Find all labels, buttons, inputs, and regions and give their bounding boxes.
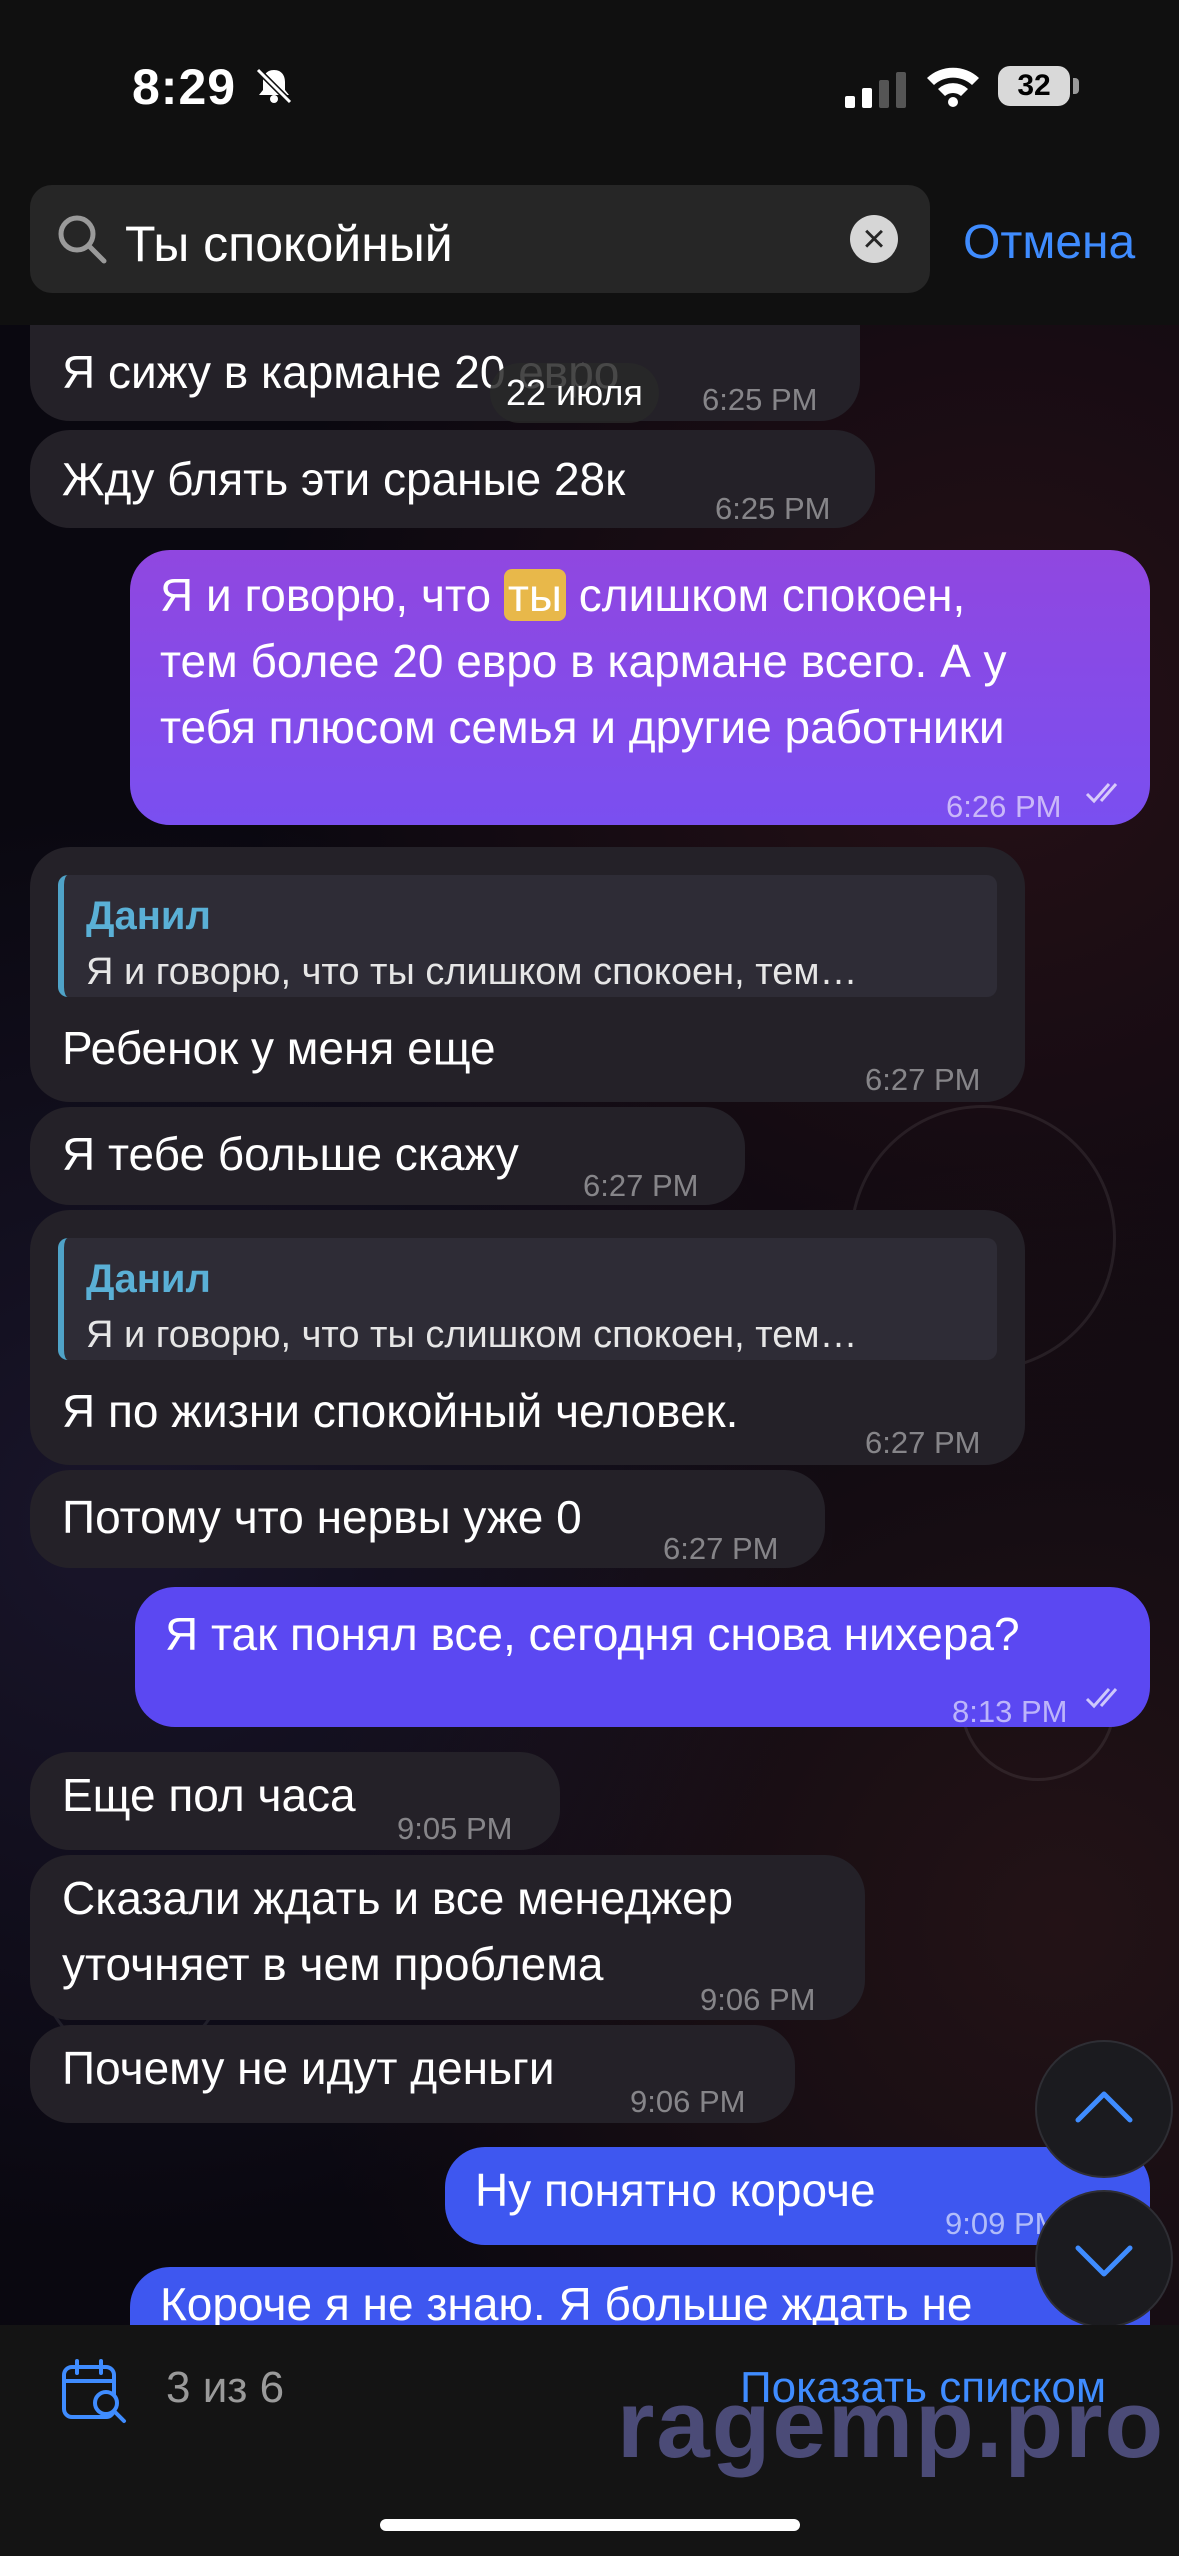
search-bar: Ты спокойный × Отмена — [0, 175, 1179, 325]
search-icon — [58, 215, 107, 264]
search-field[interactable]: Ты спокойный × — [30, 185, 930, 293]
home-indicator[interactable] — [380, 2519, 800, 2531]
message-incoming[interactable]: Данил Я и говорю, что ты слишком спокоен… — [30, 847, 1025, 1102]
message-text: Ребенок у меня еще — [62, 1022, 496, 1074]
message-time: 6:26 PM — [946, 789, 1062, 824]
message-time: 6:25 PM — [715, 491, 831, 526]
chevron-up-icon — [1075, 2091, 1133, 2123]
cancel-button[interactable]: Отмена — [963, 215, 1135, 270]
message-outgoing[interactable]: Короче я не знаю. Я больше ждать не — [130, 2267, 1150, 2325]
message-text-part: слишком спокоен, — [566, 569, 966, 621]
search-highlight: ты — [503, 569, 566, 621]
message-time: 6:27 PM — [865, 1062, 981, 1097]
reply-quote[interactable]: Данил Я и говорю, что ты слишком спокоен… — [58, 875, 997, 997]
battery-indicator: 32 — [998, 66, 1070, 106]
battery-tip — [1073, 78, 1079, 94]
watermark: ragemp.pro — [617, 2371, 1166, 2478]
bottom-bar: 3 из 6 Показать списком ragemp.pro — [0, 2325, 1179, 2556]
message-incoming[interactable]: Я сижу в кармане 20 евро 6:25 PM — [30, 325, 860, 421]
message-time: 9:05 PM — [397, 1811, 513, 1846]
chevron-down-icon — [1075, 2245, 1133, 2277]
message-text: Короче я не знаю. Я больше ждать не — [160, 2278, 973, 2325]
read-receipt-icon — [1085, 1688, 1118, 1709]
message-text-line: тем более 20 евро в кармане всего. А у — [160, 635, 1007, 687]
message-incoming[interactable]: Жду блять эти сраные 28к 6:25 PM — [30, 430, 875, 528]
message-time: 8:13 PM — [952, 1694, 1068, 1729]
result-counter: 3 из 6 — [166, 2363, 285, 2412]
message-text: Я тебе больше скажу — [62, 1128, 519, 1180]
message-time: 9:06 PM — [630, 2084, 746, 2119]
message-text-line: Я и говорю, что ты слишком спокоен, — [160, 562, 965, 628]
status-bar: 8:29 32 — [0, 0, 1179, 175]
previous-result-button[interactable] — [1035, 2040, 1173, 2178]
message-time: 6:27 PM — [663, 1531, 779, 1566]
message-text-line: тебя плюсом семья и другие работники — [160, 701, 1005, 753]
message-text: Ну понятно короче — [475, 2164, 876, 2216]
message-incoming[interactable]: Я тебе больше скажу 6:27 PM — [30, 1107, 745, 1205]
message-incoming[interactable]: Сказали ждать и все менеджер уточняет в … — [30, 1855, 865, 2020]
message-incoming[interactable]: Еще пол часа 9:05 PM — [30, 1752, 560, 1850]
message-text: Жду блять эти сраные 28к — [62, 453, 626, 505]
bell-muted-icon — [255, 67, 293, 105]
clock: 8:29 — [132, 59, 237, 115]
next-result-button[interactable] — [1035, 2190, 1173, 2325]
message-incoming[interactable]: Потому что нервы уже 0 6:27 PM — [30, 1470, 825, 1568]
message-incoming[interactable]: Данил Я и говорю, что ты слишком спокоен… — [30, 1210, 1025, 1465]
message-time: 6:27 PM — [865, 1425, 981, 1460]
message-text-line: Сказали ждать и все менеджер — [62, 1872, 734, 1924]
message-text: Потому что нервы уже 0 — [62, 1491, 582, 1543]
message-time: 6:25 PM — [702, 382, 818, 417]
chat-area[interactable]: Я сижу в кармане 20 евро 6:25 PM 22 июля… — [0, 325, 1179, 2325]
message-text: Почему не идут деньги — [62, 2042, 555, 2094]
calendar-search-icon[interactable] — [60, 2357, 130, 2427]
reply-text: Я и говорю, что ты слишком спокоен, тем… — [86, 951, 858, 993]
search-input[interactable]: Ты спокойный — [125, 215, 453, 273]
wifi-icon — [927, 67, 979, 107]
message-text: Я по жизни спокойный человек. — [62, 1385, 739, 1437]
message-incoming[interactable]: Почему не идут деньги 9:06 PM — [30, 2025, 795, 2123]
date-chip: 22 июля — [490, 363, 659, 423]
message-text-line: уточняет в чем проблема — [62, 1938, 604, 1990]
message-text-part: Я и говорю, что — [160, 569, 504, 621]
message-time: 9:06 PM — [700, 1982, 816, 2017]
message-outgoing[interactable]: Я так понял все, сегодня снова нихера? 8… — [135, 1587, 1150, 1729]
message-outgoing[interactable]: Я и говорю, что ты слишком спокоен, тем … — [130, 550, 1150, 825]
reply-text: Я и говорю, что ты слишком спокоен, тем… — [86, 1314, 858, 1356]
reply-quote[interactable]: Данил Я и говорю, что ты слишком спокоен… — [58, 1238, 997, 1360]
read-receipt-icon — [1085, 783, 1118, 804]
clear-search-icon[interactable]: × — [850, 215, 898, 263]
message-text: Я так понял все, сегодня снова нихера? — [165, 1608, 1020, 1660]
cellular-signal-icon — [845, 72, 906, 108]
message-text: Еще пол часа — [62, 1769, 356, 1821]
